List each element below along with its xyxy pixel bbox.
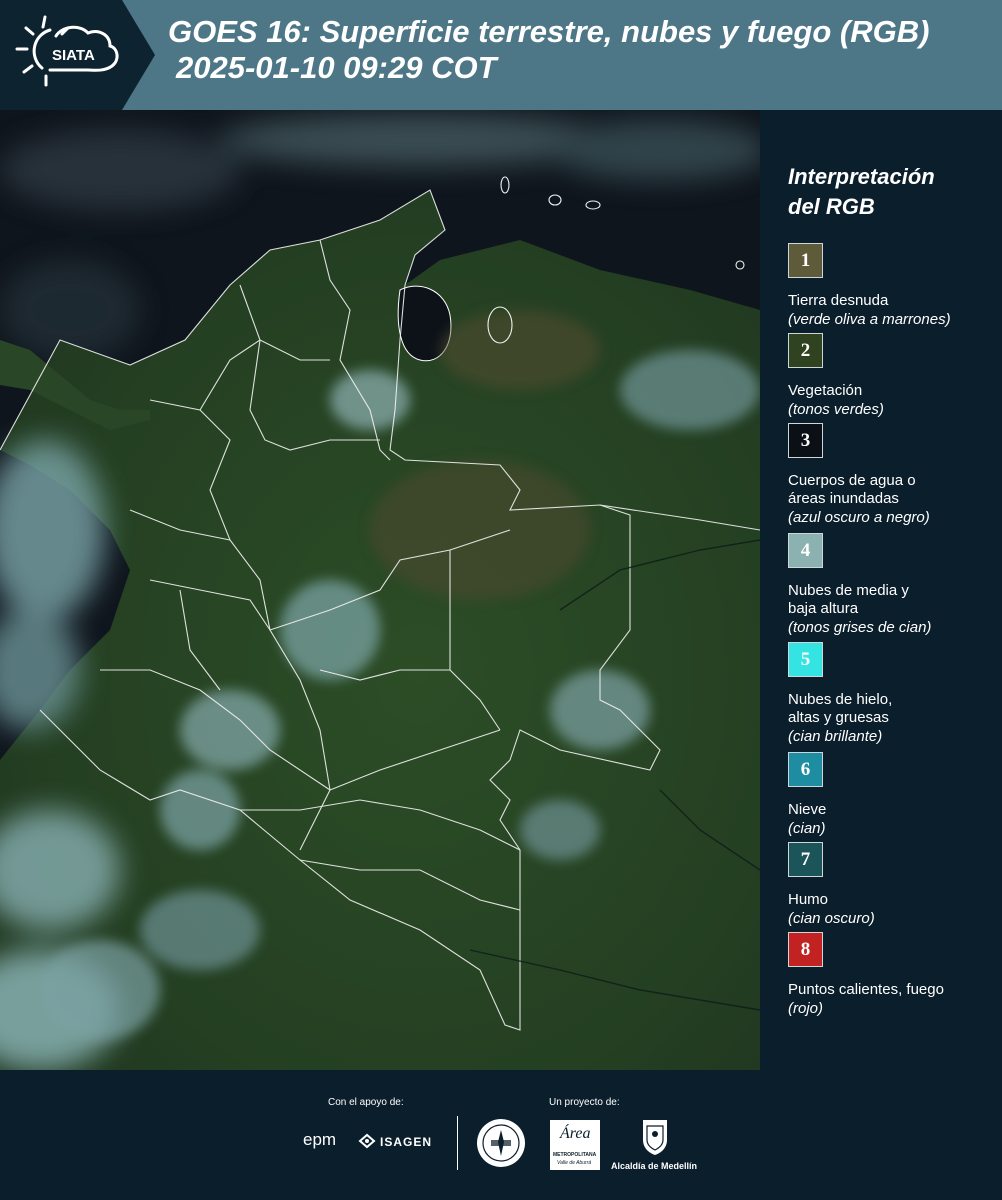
- satellite-image: [0, 110, 760, 1070]
- legend-item-6: 6 Nieve (cian): [788, 752, 998, 838]
- legend-swatch: 3: [788, 423, 823, 458]
- legend-label: Nubes de hielo, altas y gruesas: [788, 691, 893, 726]
- support-label: Con el apoyo de:: [328, 1097, 404, 1108]
- legend-sub: (azul oscuro a negro): [788, 509, 930, 526]
- legend-label: Nieve: [788, 801, 827, 818]
- legend-item-5: 5 Nubes de hielo, altas y gruesas (cian …: [788, 642, 998, 746]
- logo-text: SIATA: [52, 47, 95, 64]
- legend-sub: (tonos verdes): [788, 401, 884, 418]
- isagen-logo: ISAGEN: [380, 1135, 433, 1149]
- legend-sub: (rojo): [788, 1000, 824, 1017]
- legend-item-8: 8 Puntos calientes, fuego (rojo): [788, 932, 998, 1018]
- legend-swatch: 5: [788, 642, 823, 677]
- alcaldia-logo: Alcaldía de Medellín: [611, 1161, 698, 1171]
- legend-title: Interpretación del RGB: [788, 164, 935, 219]
- medellin-seal-icon: [477, 1119, 525, 1167]
- legend-label: Cuerpos de agua o áreas inundadas: [788, 472, 916, 507]
- project-label: Un proyecto de:: [549, 1097, 620, 1108]
- legend-item-3: 3 Cuerpos de agua o áreas inundadas (azu…: [788, 423, 998, 527]
- legend-label: Puntos calientes, fuego: [788, 981, 944, 998]
- legend-item-2: 2 Vegetación (tonos verdes): [788, 333, 998, 419]
- legend-sub: (cian): [788, 820, 826, 837]
- header: SIATA GOES 16: Superficie terrestre, nub…: [0, 0, 1002, 110]
- footer: Con el apoyo de: Un proyecto de: epm ISA…: [0, 1070, 1002, 1200]
- legend-swatch: 7: [788, 842, 823, 877]
- footer-divider: [457, 1116, 458, 1170]
- satellite-map[interactable]: [0, 110, 760, 1070]
- isagen-icon: [358, 1133, 376, 1149]
- legend-sub: (cian brillante): [788, 728, 883, 745]
- area-metropolitana-logo: Área METROPOLITANA Valle de Aburrá: [550, 1120, 600, 1170]
- legend-item-1: 1 Tierra desnuda (verde oliva a marrones…: [788, 243, 998, 329]
- page-title: GOES 16: Superficie terrestre, nubes y f…: [168, 14, 929, 86]
- legend-label: Tierra desnuda: [788, 292, 889, 309]
- legend-label: Nubes de media y baja altura: [788, 582, 909, 617]
- legend-sub: (cian oscuro): [788, 910, 875, 927]
- siata-logo: SIATA: [0, 0, 155, 110]
- legend-swatch: 6: [788, 752, 823, 787]
- alcaldia-shield-icon: [643, 1120, 667, 1155]
- title-line-1: GOES 16: Superficie terrestre, nubes y f…: [168, 14, 930, 49]
- epm-logo: epm: [303, 1130, 337, 1149]
- logo-panel: SIATA: [0, 0, 155, 110]
- title-line-2: 2025-01-10 09:29 COT: [176, 50, 497, 85]
- legend-swatch: 1: [788, 243, 823, 278]
- legend-item-7: 7 Humo (cian oscuro): [788, 842, 998, 928]
- legend-panel: Interpretación del RGB 1 Tierra desnuda …: [760, 110, 1002, 1070]
- legend-sub: (tonos grises de cian): [788, 619, 932, 636]
- legend-swatch: 2: [788, 333, 823, 368]
- legend-label: Vegetación: [788, 382, 863, 399]
- legend-item-4: 4 Nubes de media y baja altura (tonos gr…: [788, 533, 998, 637]
- legend-swatch: 8: [788, 932, 823, 967]
- legend-label: Humo: [788, 891, 829, 908]
- legend-swatch: 4: [788, 533, 823, 568]
- legend-sub: (verde oliva a marrones): [788, 311, 951, 328]
